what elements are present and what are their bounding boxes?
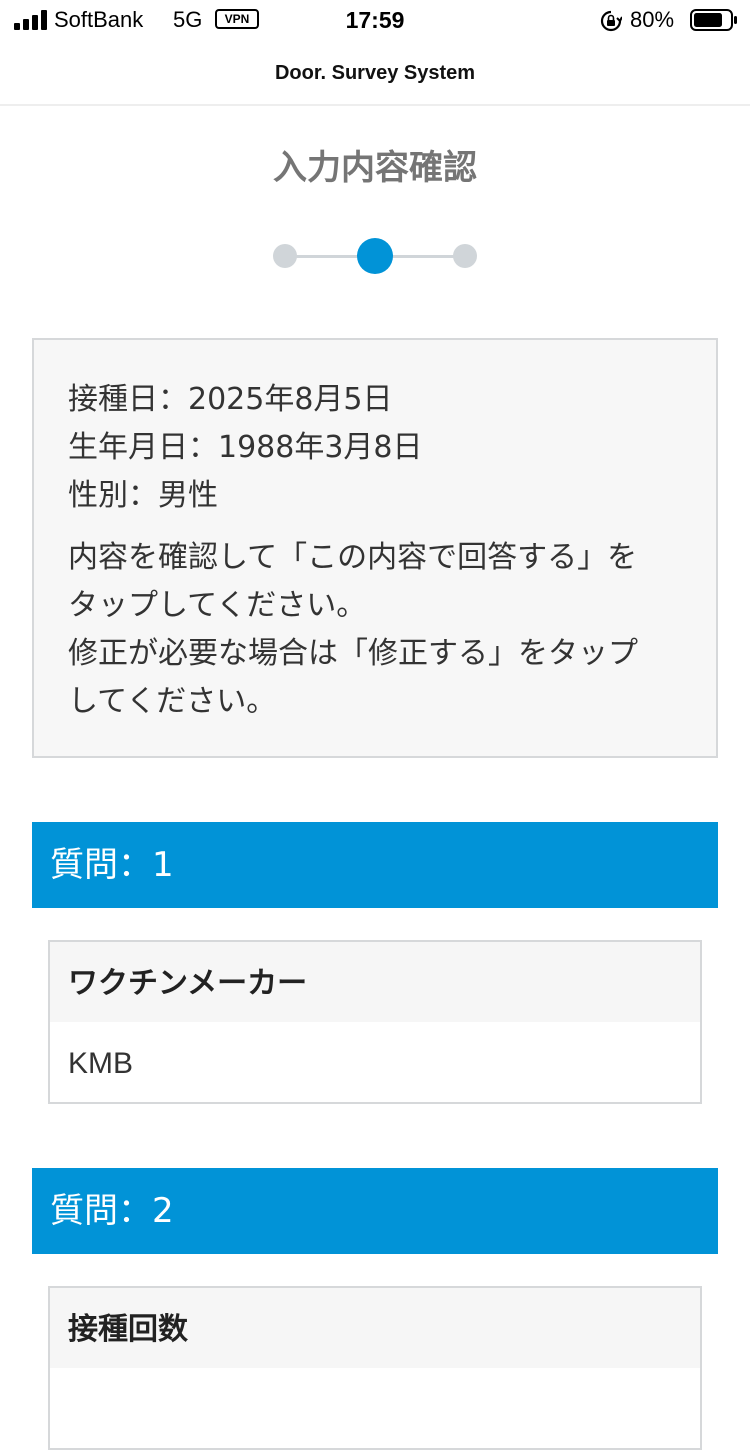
question-2-answer-card: 接種回数 [48,1286,702,1450]
app-header: Door. Survey System [0,42,750,106]
question-1-answer-card: ワクチンメーカー KMB [48,940,702,1104]
clock: 17:59 [345,7,405,33]
step-1-dot [273,244,297,268]
step-3-dot [453,244,477,268]
summary-box: 接種日：2025年8月5日 生年月日：1988年3月8日 性別：男性 内容を確認… [32,338,718,758]
question-2-header: 質問：2 [32,1168,718,1254]
rotation-lock-icon [600,10,622,32]
question-2-answer [50,1368,700,1448]
signal-strength-icon [14,10,47,30]
battery-percent: 80% [630,7,675,32]
question-1-header: 質問：1 [32,822,718,908]
vaccination-date: 接種日：2025年8月5日 [68,382,393,417]
step-2-dot-current [357,238,393,274]
app-title: Door. Survey System [274,62,476,84]
question-1-answer: KMB [68,1047,134,1080]
vpn-badge: VPN [215,9,259,29]
network-type: 5G [173,7,203,32]
question-2-label: 接種回数 [50,1288,700,1368]
page-title: 入力内容確認 [273,148,477,188]
carrier-name: SoftBank [54,7,144,32]
birth-date: 生年月日：1988年3月8日 [68,430,423,465]
battery-icon [690,9,737,31]
status-bar: SoftBank 5G VPN 17:59 80% [0,0,750,42]
question-1-label: ワクチンメーカー [50,942,700,1022]
instruction-message: 内容を確認して「この内容で回答する」を タップしてください。 修正が必要な場合は… [68,540,638,719]
progress-stepper [272,236,478,276]
gender: 性別：男性 [68,478,218,513]
